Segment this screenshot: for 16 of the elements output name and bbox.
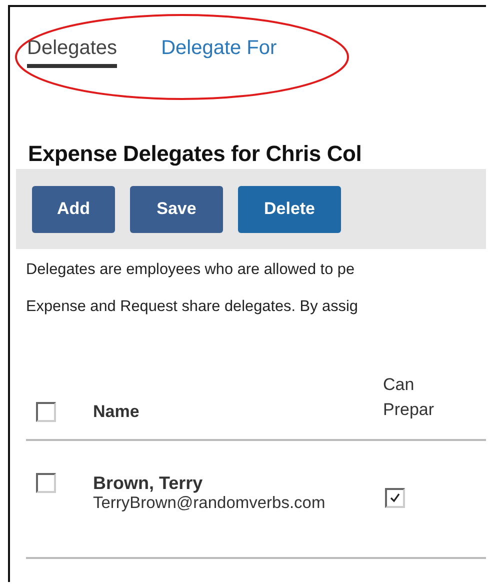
tab[interactable]: Delegates [27,37,118,68]
description-text: Expense and Request share delegates. By assig [26,298,359,317]
tab[interactable]: Delegate For [161,37,277,68]
column-header: Can Prepar [383,374,436,421]
delegate-name: Brown, Terry [93,473,204,494]
column-header: Name [93,402,140,422]
toolbar-button[interactable]: Save [130,186,223,232]
description-text: Delegates are employees who are allowed to pe [26,261,356,280]
select-all-checkbox[interactable] [36,402,56,422]
delegate-email: TerryBrown@randomverbs.com [93,494,326,513]
toolbar-button[interactable]: Delete [238,186,341,232]
row-checkbox[interactable] [36,473,56,493]
toolbar-button[interactable]: Add [32,186,115,232]
page-heading: Expense Delegates for Chris Col [28,141,363,168]
checkmark-icon [388,491,402,505]
can-prepare-checkbox[interactable] [385,488,405,508]
